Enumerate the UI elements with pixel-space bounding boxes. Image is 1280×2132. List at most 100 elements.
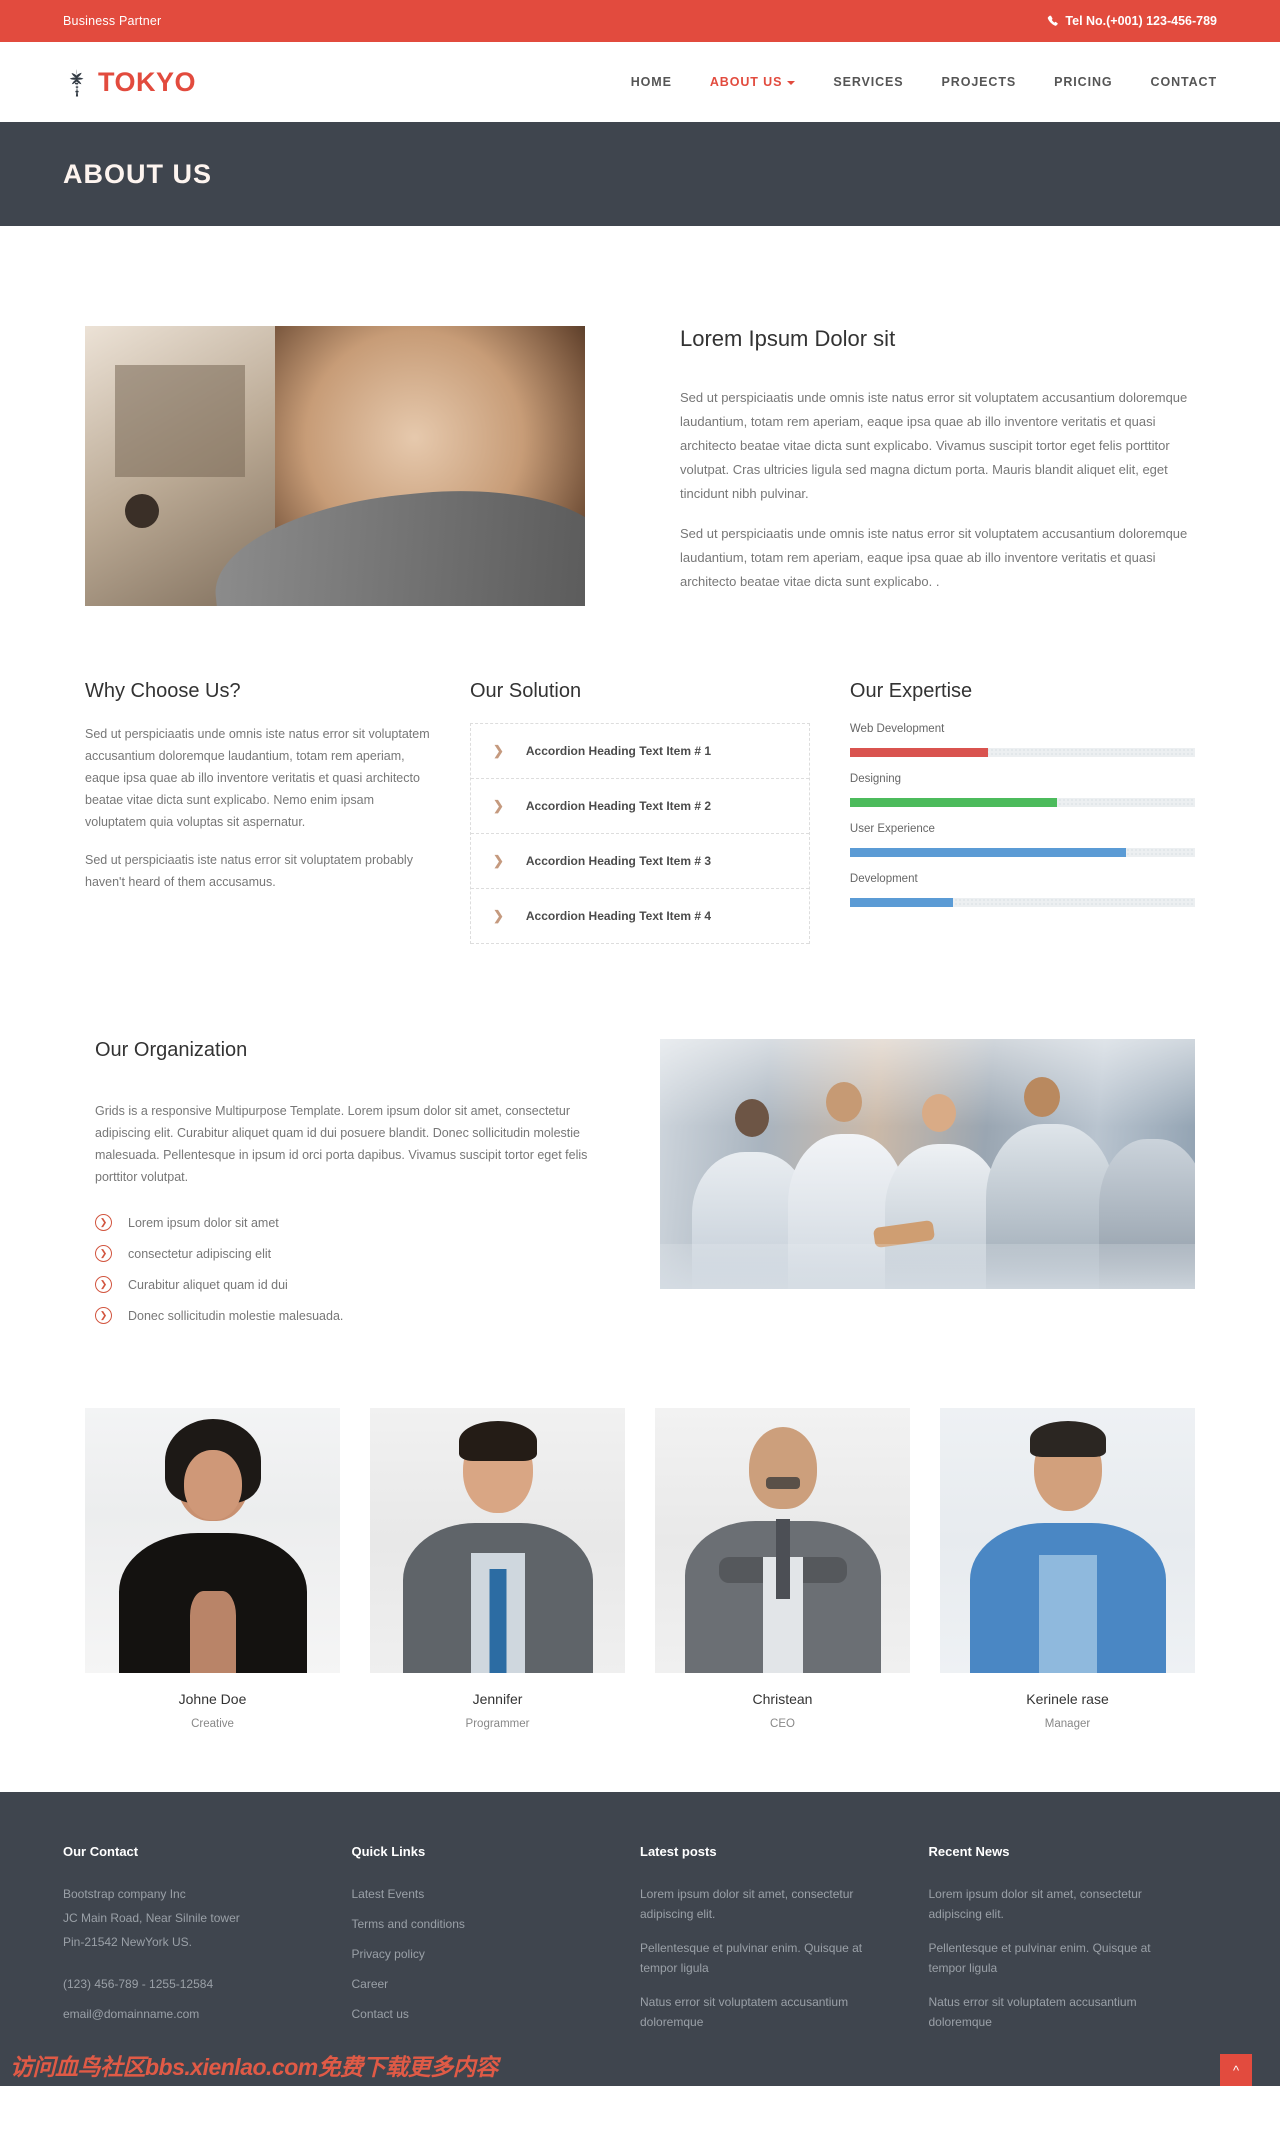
accordion-item[interactable]: ❯ Accordion Heading Text Item # 3 — [470, 834, 809, 889]
footer-news[interactable]: Lorem ipsum dolor sit amet, consectetur … — [929, 1884, 1188, 1924]
team-member-card[interactable]: Jennifer Programmer — [355, 1408, 640, 1730]
footer-link-contact-us[interactable]: Contact us — [352, 2004, 611, 2024]
about-us-page: Business Partner Tel No.(+001) 123-456-7… — [0, 0, 1280, 2086]
intro-photo — [85, 326, 585, 606]
skill-user-experience: User Experience — [849, 823, 1195, 857]
nav-label: PROJECTS — [941, 75, 1017, 89]
our-expertise-heading: Our Expertise — [849, 680, 973, 702]
chevron-right-icon: ❯ — [492, 853, 504, 868]
skill-label: Designing — [849, 773, 902, 785]
footer-column-title: Quick Links — [351, 1844, 426, 1859]
nav-item-home[interactable]: HOME — [631, 75, 672, 89]
progress-fill — [849, 898, 954, 907]
footer-address-line: Bootstrap company Inc — [63, 1887, 186, 1901]
intro-image-column — [70, 326, 640, 610]
chevron-up-icon: ^ — [1232, 2062, 1240, 2078]
team-member-card[interactable]: Kerinele rase Manager — [925, 1408, 1210, 1730]
nav-item-pricing[interactable]: PRICING — [1054, 75, 1112, 89]
person-head — [825, 1081, 862, 1122]
accordion-item[interactable]: ❯ Accordion Heading Text Item # 4 — [470, 889, 809, 944]
organization-heading: Our Organization — [95, 1039, 248, 1061]
list-item-label: consectetur adipiscing elit — [128, 1246, 272, 1261]
list-item: ❯ Lorem ipsum dolor sit amet — [95, 1214, 625, 1231]
nav-label: SERVICES — [833, 75, 904, 89]
list-item: ❯ Donec sollicitudin molestie malesuada. — [95, 1307, 625, 1324]
footer-column-title: Latest posts — [640, 1844, 717, 1859]
list-item: ❯ Curabitur aliquet quam id dui — [95, 1276, 625, 1293]
footer-post[interactable]: Lorem ipsum dolor sit amet, consectetur … — [640, 1884, 899, 1924]
footer-email[interactable]: email@domainname.com — [63, 2004, 322, 2024]
phone-number[interactable]: Tel No.(+001) 123-456-789 — [1065, 14, 1217, 28]
main-navigation: HOME ABOUT US SERVICES PROJECTS PRICING … — [631, 75, 1217, 89]
footer-post[interactable]: Natus error sit voluptatem accusantium d… — [640, 1992, 899, 2032]
our-solution-column: Our Solution ❯ Accordion Heading Text It… — [450, 680, 830, 944]
progress-fill — [849, 748, 988, 757]
footer-post[interactable]: Pellentesque et pulvinar enim. Quisque a… — [640, 1938, 899, 1978]
progress-track — [849, 898, 1195, 907]
organization-paragraph: Grids is a responsive Multipurpose Templ… — [95, 1104, 588, 1184]
footer-link-latest-events[interactable]: Latest Events — [352, 1884, 611, 1904]
top-utility-bar: Business Partner Tel No.(+001) 123-456-7… — [0, 0, 1280, 42]
why-paragraph-1: Sed ut perspiciaatis unde omnis iste nat… — [85, 727, 430, 829]
chevron-right-icon: ❯ — [492, 798, 504, 813]
site-header: TOKYO HOME ABOUT US SERVICES PROJECTS PR… — [0, 42, 1280, 122]
footer-column-latest-posts: Latest posts Lorem ipsum dolor sit amet,… — [640, 1844, 929, 2046]
team-member-name: Kerinele rase — [1026, 1691, 1109, 1707]
person-head — [734, 1099, 769, 1137]
nav-item-about-us[interactable]: ABOUT US — [709, 75, 796, 89]
accordion-item[interactable]: ❯ Accordion Heading Text Item # 1 — [470, 724, 809, 779]
organization-text-column: Our Organization Grids is a responsive M… — [70, 1039, 640, 1338]
progress-fill — [849, 848, 1126, 857]
tie-shape — [775, 1518, 790, 1599]
intro-section: Lorem Ipsum Dolor sit Sed ut perspiciaat… — [70, 226, 1210, 610]
solution-accordion: ❯ Accordion Heading Text Item # 1 ❯ Acco… — [469, 723, 810, 944]
list-item-label: Donec sollicitudin molestie malesuada. — [128, 1308, 344, 1323]
intro-text-column: Lorem Ipsum Dolor sit Sed ut perspiciaat… — [640, 326, 1210, 610]
nav-label: PRICING — [1054, 75, 1113, 89]
page-banner: ABOUT US — [0, 122, 1280, 226]
footer-column-title: Recent News — [928, 1844, 1010, 1859]
avatar — [85, 1408, 340, 1673]
site-footer: Our Contact Bootstrap company Inc JC Mai… — [0, 1792, 1280, 2086]
our-solution-heading: Our Solution — [469, 680, 582, 702]
back-to-top-button[interactable]: ^ — [1220, 2054, 1252, 2086]
brand-logo[interactable]: TOKYO — [63, 67, 196, 98]
team-member-role: Creative — [191, 1718, 234, 1730]
avatar — [370, 1408, 625, 1673]
footer-link-privacy-policy[interactable]: Privacy policy — [352, 1944, 611, 1964]
accordion-item[interactable]: ❯ Accordion Heading Text Item # 2 — [470, 779, 809, 834]
skill-label: Web Development — [849, 723, 945, 735]
footer-news[interactable]: Natus error sit voluptatem accusantium d… — [929, 1992, 1188, 2032]
footer-news[interactable]: Pellentesque et pulvinar enim. Quisque a… — [929, 1938, 1188, 1978]
team-member-name: Jennifer — [472, 1691, 523, 1707]
chevron-down-icon — [787, 80, 796, 85]
tree-logo-icon — [63, 67, 89, 97]
organization-image-column — [640, 1039, 1210, 1289]
shirt-shape — [1038, 1555, 1097, 1673]
skill-label: User Experience — [849, 823, 935, 835]
footer-column-quick-links: Quick Links Latest Events Terms and cond… — [352, 1844, 641, 2046]
intro-paragraph-2: Sed ut perspiciaatis unde omnis iste nat… — [680, 526, 1188, 589]
nav-item-contact[interactable]: CONTACT — [1151, 75, 1217, 89]
team-member-role: Programmer — [465, 1718, 530, 1730]
skill-development: Development — [849, 873, 1195, 907]
photo-background-dot — [125, 494, 159, 528]
phone-icon — [1047, 15, 1059, 27]
nav-item-projects[interactable]: PROJECTS — [942, 75, 1017, 89]
skill-label: Development — [849, 873, 918, 885]
circle-chevron-right-icon: ❯ — [95, 1276, 112, 1293]
footer-link-career[interactable]: Career — [352, 1974, 611, 1994]
team-member-name: Johne Doe — [178, 1691, 247, 1707]
nav-item-services[interactable]: SERVICES — [833, 75, 903, 89]
footer-link-terms-and-conditions[interactable]: Terms and conditions — [352, 1914, 611, 1934]
intro-paragraph-1: Sed ut perspiciaatis unde omnis iste nat… — [680, 390, 1188, 501]
progress-track — [849, 748, 1195, 757]
tagline: Business Partner — [63, 14, 162, 28]
team-member-card[interactable]: Johne Doe Creative — [70, 1408, 355, 1730]
hair-shape — [1029, 1421, 1106, 1458]
nav-label: ABOUT US — [709, 75, 783, 89]
face-front — [183, 1450, 242, 1521]
team-member-card[interactable]: Christean CEO — [640, 1408, 925, 1730]
skill-web-development: Web Development — [849, 723, 1195, 757]
